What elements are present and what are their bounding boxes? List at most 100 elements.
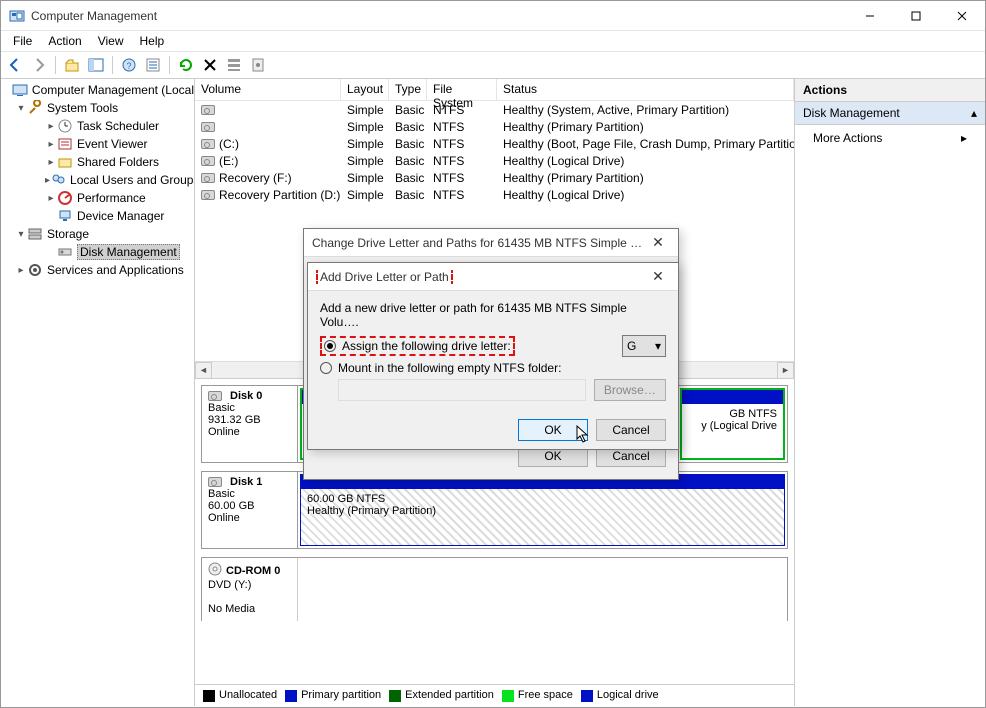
menu-view[interactable]: View (90, 32, 132, 50)
tree-device-manager[interactable]: Device Manager (77, 209, 164, 223)
drive-letter-combo[interactable]: G ▾ (622, 335, 666, 357)
tree-performance[interactable]: Performance (77, 191, 146, 205)
volume-icon (201, 122, 215, 132)
actions-pane: Actions Disk Management ▴ More Actions ▸ (795, 79, 985, 706)
help-button[interactable]: ? (119, 55, 139, 75)
disk1-name: Disk 1 (230, 476, 262, 488)
col-filesystem[interactable]: File System (427, 79, 497, 100)
radio-mount-folder[interactable] (320, 362, 332, 374)
volume-row[interactable]: (E:)SimpleBasicNTFSHealthy (Logical Driv… (195, 152, 794, 169)
dialog-add-drive-letter[interactable]: Add Drive Letter or Path ✕ Add a new dri… (307, 262, 679, 450)
properties-button[interactable] (143, 55, 163, 75)
disk0-type: Basic (208, 402, 291, 414)
legend-extended: Extended partition (405, 689, 494, 701)
mount-folder-textbox (338, 379, 586, 401)
chevron-right-icon[interactable]: ▸ (45, 121, 57, 132)
tree-task-scheduler[interactable]: Task Scheduler (77, 119, 159, 133)
menu-action[interactable]: Action (40, 32, 89, 50)
cdrom-status: No Media (208, 603, 291, 615)
show-hide-tree-button[interactable] (86, 55, 106, 75)
volume-row[interactable]: SimpleBasicNTFSHealthy (Primary Partitio… (195, 118, 794, 135)
scroll-right-icon[interactable]: ► (777, 362, 794, 379)
chevron-right-icon[interactable]: ▸ (45, 157, 57, 168)
child-cancel-button[interactable]: Cancel (596, 419, 666, 441)
refresh-button[interactable] (176, 55, 196, 75)
cdrom-type: DVD (Y:) (208, 579, 291, 591)
col-type[interactable]: Type (389, 79, 427, 100)
disk0-name: Disk 0 (230, 390, 262, 402)
app-icon (9, 8, 25, 24)
disk-block-1[interactable]: Disk 1 Basic 60.00 GB Online 60.00 GB NT… (201, 471, 788, 549)
tree-event-viewer[interactable]: Event Viewer (77, 137, 147, 151)
services-icon (27, 262, 43, 278)
cdrom-name: CD-ROM 0 (226, 565, 280, 577)
device-manager-icon (57, 208, 73, 224)
volume-row[interactable]: Recovery (F:)SimpleBasicNTFSHealthy (Pri… (195, 169, 794, 186)
scroll-left-icon[interactable]: ◄ (195, 362, 212, 379)
child-ok-button[interactable]: OK (518, 419, 588, 441)
disk1-p1-line1: 60.00 GB NTFS (307, 493, 778, 505)
legend-primary: Primary partition (301, 689, 381, 701)
forward-button[interactable] (29, 55, 49, 75)
chevron-down-icon[interactable]: ▾ (15, 103, 27, 114)
tree-disk-management[interactable]: Disk Management (77, 244, 180, 260)
volume-icon (201, 173, 215, 183)
disk1-size: 60.00 GB (208, 500, 291, 512)
tree-storage[interactable]: Storage (47, 227, 89, 241)
volume-row[interactable]: SimpleBasicNTFSHealthy (System, Active, … (195, 101, 794, 118)
tree-shared-folders[interactable]: Shared Folders (77, 155, 159, 169)
chevron-right-icon[interactable]: ▸ (45, 193, 57, 204)
tree-services[interactable]: Services and Applications (47, 263, 184, 277)
storage-icon (27, 226, 43, 242)
chevron-down-icon[interactable]: ▾ (15, 229, 27, 240)
tree-root[interactable]: Computer Management (Local (32, 83, 194, 97)
collapse-icon[interactable]: ▴ (971, 106, 977, 120)
titlebar: Computer Management (1, 1, 985, 31)
disk1-p1-line2: Healthy (Primary Partition) (307, 505, 778, 517)
disk-mgmt-icon (57, 244, 73, 260)
disk0-size: 931.32 GB (208, 414, 291, 426)
actions-more[interactable]: More Actions ▸ (795, 125, 985, 151)
event-viewer-icon (57, 136, 73, 152)
tree-system-tools[interactable]: System Tools (47, 101, 118, 115)
legend-logical: Logical drive (597, 689, 659, 701)
disk0-status: Online (208, 426, 291, 438)
browse-button: Browse… (594, 379, 666, 401)
disk1-type: Basic (208, 488, 291, 500)
legend-swatch-extended (389, 690, 401, 702)
delete-button[interactable] (200, 55, 220, 75)
disk1-status: Online (208, 512, 291, 524)
legend-swatch-logical (581, 690, 593, 702)
maximize-button[interactable] (893, 1, 939, 31)
radio-assign-letter[interactable] (324, 340, 336, 352)
volume-row[interactable]: (C:)SimpleBasicNTFSHealthy (Boot, Page F… (195, 135, 794, 152)
close-button[interactable] (939, 1, 985, 31)
window-title: Computer Management (31, 9, 847, 23)
col-layout[interactable]: Layout (341, 79, 389, 100)
legend-bar: Unallocated Primary partition Extended p… (195, 684, 794, 706)
close-icon[interactable]: ✕ (646, 234, 670, 251)
disk1-partition-primary[interactable]: 60.00 GB NTFS Healthy (Primary Partition… (300, 474, 785, 546)
minimize-button[interactable] (847, 1, 893, 31)
col-volume[interactable]: Volume (195, 79, 341, 100)
col-status[interactable]: Status (497, 79, 794, 100)
chevron-right-icon[interactable]: ▸ (15, 265, 27, 276)
up-button[interactable] (62, 55, 82, 75)
tree-local-users[interactable]: Local Users and Groups (70, 173, 195, 187)
menu-help[interactable]: Help (132, 32, 173, 50)
menu-file[interactable]: File (5, 32, 40, 50)
disk0-partition-logical[interactable]: GB NTFS y (Logical Drive (680, 388, 785, 460)
actions-section-disk-management[interactable]: Disk Management ▴ (795, 102, 985, 125)
settings-button[interactable] (248, 55, 268, 75)
close-icon[interactable]: ✕ (646, 268, 670, 285)
navigation-tree[interactable]: Computer Management (Local ▾ System Tool… (1, 79, 195, 706)
disk-block-cdrom[interactable]: CD-ROM 0 DVD (Y:) No Media (201, 557, 788, 621)
volume-row[interactable]: Recovery Partition (D:)SimpleBasicNTFSHe… (195, 186, 794, 203)
dialog-instruction: Add a new drive letter or path for 61435… (320, 301, 666, 329)
chevron-right-icon[interactable]: ▸ (45, 139, 57, 150)
computer-icon (12, 82, 28, 98)
shared-folders-icon (57, 154, 73, 170)
list-settings-button[interactable] (224, 55, 244, 75)
menubar: File Action View Help (1, 31, 985, 51)
back-button[interactable] (5, 55, 25, 75)
